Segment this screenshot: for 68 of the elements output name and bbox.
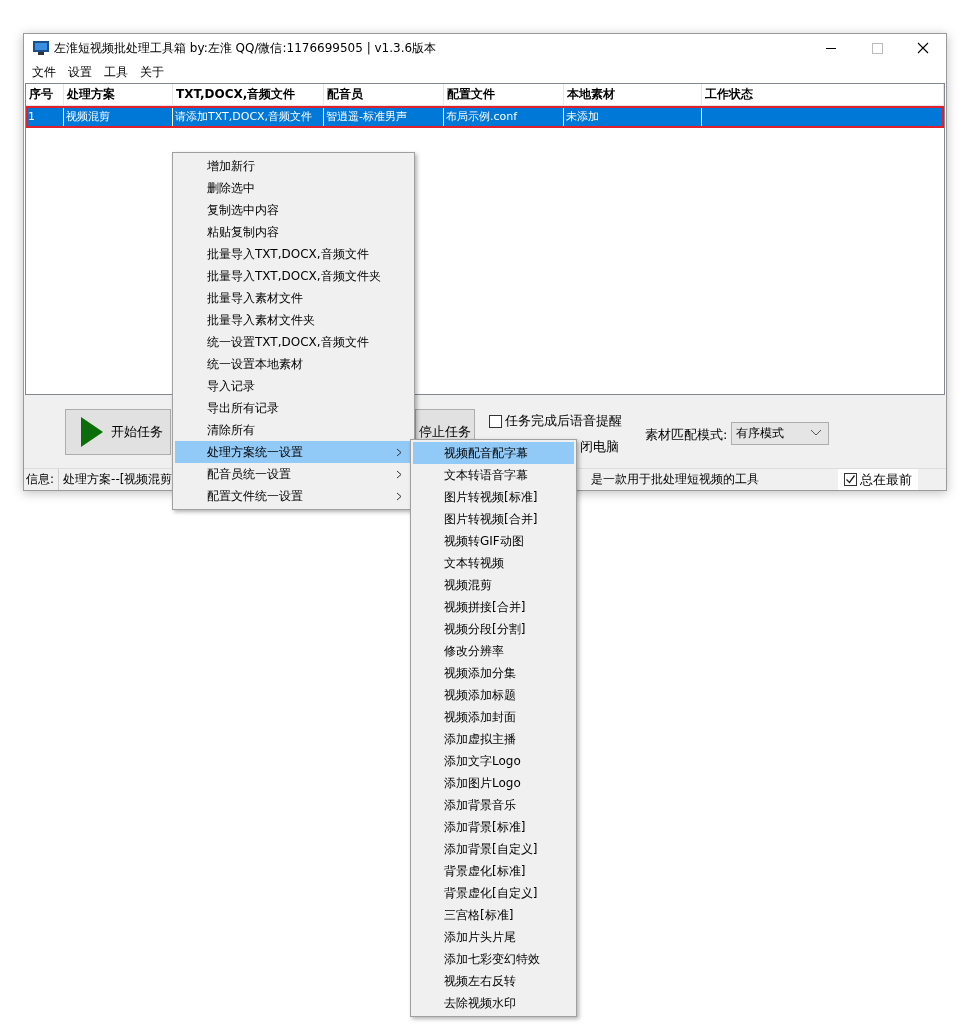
menu-item[interactable]: 图片转视频[标准] (413, 486, 574, 508)
menu-item[interactable]: 视频添加分集 (413, 662, 574, 684)
menu-item[interactable]: 删除选中 (175, 177, 412, 199)
monitor-icon (32, 40, 50, 56)
menu-item[interactable]: 设置 (62, 64, 98, 81)
menu-item[interactable]: 复制选中内容 (175, 199, 412, 221)
menu-item[interactable]: 文本转视频 (413, 552, 574, 574)
menu-item[interactable]: 粘贴复制内容 (175, 221, 412, 243)
menu-item[interactable]: 视频拼接[合并] (413, 596, 574, 618)
menu-item[interactable]: 添加片头片尾 (413, 926, 574, 948)
menu-item[interactable]: 添加背景[自定义] (413, 838, 574, 860)
table-cell: 1 (26, 106, 64, 128)
menu-item[interactable]: 添加背景音乐 (413, 794, 574, 816)
status-text: 处理方案--[视频混剪 (62, 471, 173, 488)
table-cell: 布局示例.conf (444, 106, 564, 128)
menu-item[interactable]: 视频配音配字幕 (413, 442, 574, 464)
menu-item[interactable]: 视频添加封面 (413, 706, 574, 728)
checkbox[interactable] (844, 473, 857, 486)
table-cell: 请添加TXT,DOCX,音频文件 (173, 106, 324, 128)
menu-item[interactable]: 背景虚化[标准] (413, 860, 574, 882)
menu-item[interactable]: 工具 (98, 64, 134, 81)
window-title: 左淮短视频批处理工具箱 by:左淮 QQ/微信:1176699505 | v1.3.6版本 (54, 39, 437, 57)
checkbox-label: 任务完成后语音提醒 (505, 412, 622, 430)
menu-item[interactable]: 视频添加标题 (413, 684, 574, 706)
menu-item[interactable]: 导入记录 (175, 375, 412, 397)
menu-item[interactable]: 文件 (26, 64, 62, 81)
menu-item[interactable]: 处理方案统一设置 (175, 441, 412, 463)
checkbox-label: 闭电脑 (580, 438, 619, 456)
menu-item[interactable]: 添加虚拟主播 (413, 728, 574, 750)
menu-item[interactable]: 导出所有记录 (175, 397, 412, 419)
table-cell: 智逍遥-标准男声 (324, 106, 444, 128)
checkbox-label: 总在最前 (860, 470, 912, 489)
menu-item[interactable]: 三宫格[标准] (413, 904, 574, 926)
play-icon (81, 416, 103, 447)
menu-item[interactable]: 统一设置TXT,DOCX,音频文件 (175, 331, 412, 353)
table-cell: 未添加 (564, 106, 702, 128)
menu-item[interactable]: 批量导入素材文件 (175, 287, 412, 309)
menu-item[interactable]: 关于 (134, 64, 170, 81)
menu-item[interactable]: 配音员统一设置 (175, 463, 412, 485)
menu-item[interactable]: 添加背景[标准] (413, 816, 574, 838)
menu-item[interactable]: 视频左右反转 (413, 970, 574, 992)
menu-item[interactable]: 配置文件统一设置 (175, 485, 412, 507)
menu-item[interactable]: 增加新行 (175, 155, 412, 177)
field-label: 素材匹配模式: (645, 425, 728, 444)
menu-item[interactable]: 去除视频水印 (413, 992, 574, 1014)
menu-item[interactable]: 视频分段[分割] (413, 618, 574, 640)
menu-item[interactable]: 图片转视频[合并] (413, 508, 574, 530)
menu-item[interactable]: 修改分辨率 (413, 640, 574, 662)
menu-item[interactable]: 背景虚化[自定义] (413, 882, 574, 904)
table-row[interactable]: 1 视频混剪 请添加TXT,DOCX,音频文件 智逍遥-标准男声 布局示例.conf 未添加 (26, 106, 944, 128)
start-button[interactable]: 开始任务 (65, 408, 171, 455)
checkbox[interactable] (489, 414, 502, 428)
menu-item[interactable]: 添加文字Logo (413, 750, 574, 772)
table-cell: 视频混剪 (64, 106, 173, 128)
chevron-down-icon (810, 429, 823, 437)
status-text: 是一款用于批处理短视频的工具 (590, 471, 760, 488)
menu-item[interactable]: 文本转语音字幕 (413, 464, 574, 486)
menu-item[interactable]: 清除所有 (175, 419, 412, 441)
menu-item[interactable]: 批量导入素材文件夹 (175, 309, 412, 331)
status-label: 信息: (24, 469, 60, 490)
menu-item[interactable]: 批量导入TXT,DOCX,音频文件 (175, 243, 412, 265)
menu-item[interactable]: 添加七彩变幻特效 (413, 948, 574, 970)
menu-item[interactable]: 视频混剪 (413, 574, 574, 596)
menu-item[interactable]: 视频转GIF动图 (413, 530, 574, 552)
menu-item[interactable]: 批量导入TXT,DOCX,音频文件夹 (175, 265, 412, 287)
mode-dropdown[interactable]: 有序模式 (731, 421, 830, 445)
menu-item[interactable]: 添加图片Logo (413, 772, 574, 794)
menu-item[interactable]: 统一设置本地素材 (175, 353, 412, 375)
